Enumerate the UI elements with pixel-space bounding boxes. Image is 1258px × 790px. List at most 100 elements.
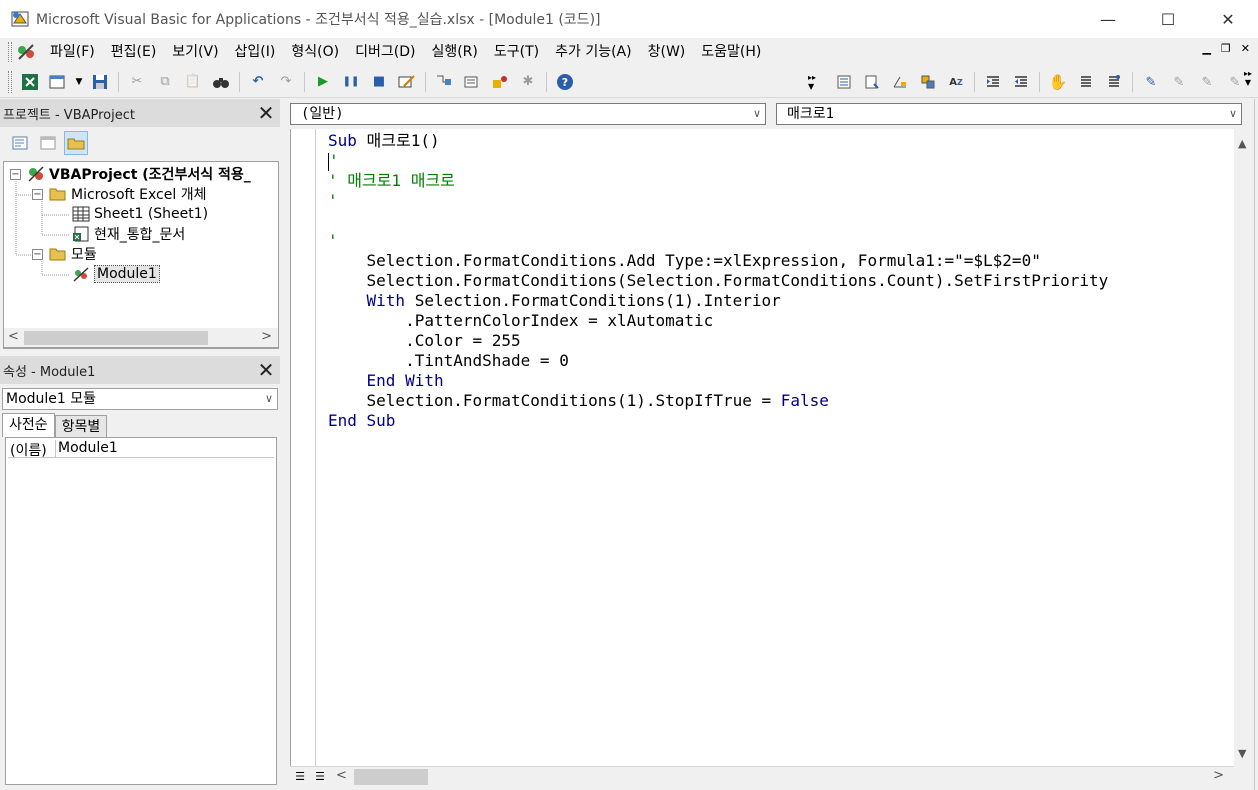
list-properties-icon[interactable] — [832, 70, 856, 94]
menu-file[interactable]: 파일(F) — [42, 38, 103, 66]
menu-grip[interactable] — [8, 42, 12, 62]
dropdown-arrow-icon[interactable]: ▼ — [74, 70, 84, 94]
scroll-down-icon[interactable]: ▼ — [1238, 747, 1246, 760]
indent-icon[interactable] — [981, 70, 1005, 94]
object-browser-icon[interactable] — [488, 70, 512, 94]
menu-tools[interactable]: 도구(T) — [486, 38, 547, 66]
full-module-view-icon[interactable]: ☰ — [312, 769, 328, 785]
design-mode-icon[interactable] — [395, 70, 419, 94]
menu-debug[interactable]: 디버그(D) — [347, 38, 423, 66]
tab-categorized[interactable]: 항목별 — [54, 415, 108, 437]
undo-icon[interactable]: ↶ — [246, 70, 270, 94]
scroll-left-icon[interactable]: < — [336, 768, 347, 783]
code-line[interactable]: .TintAndShade = 0 — [328, 351, 1108, 371]
code-line[interactable]: Selection.FormatConditions(Selection.For… — [328, 271, 1109, 291]
menu-addins[interactable]: 추가 기능(A) — [547, 38, 639, 66]
tree-node-workbook[interactable]: 현재_통합_문서 — [72, 224, 185, 244]
properties-close-icon[interactable]: ✕ — [254, 358, 278, 382]
toolbar-overflow-right-icon[interactable]: ▸▸ ▼ — [1242, 69, 1254, 95]
comment-block-icon[interactable] — [1074, 70, 1098, 94]
scroll-left-icon[interactable]: < — [8, 329, 19, 344]
next-bookmark-icon[interactable]: ✎ — [1167, 70, 1191, 94]
reset-icon[interactable]: ■ — [367, 70, 391, 94]
object-combo[interactable]: (일반) ∨ — [290, 103, 766, 125]
redo-icon[interactable]: ↷ — [274, 70, 298, 94]
procedure-combo[interactable]: 매크로1 ∨ — [776, 103, 1242, 125]
menu-format[interactable]: 형식(O) — [283, 38, 347, 66]
list-constants-icon[interactable] — [860, 70, 884, 94]
toolbar-grip[interactable] — [8, 70, 12, 93]
code-lines[interactable]: Sub 매크로1() ' ' 매크로1 매크로 ' ' Selection.Format… — [328, 131, 1108, 431]
copy-icon[interactable]: ⧉ — [153, 70, 177, 94]
previous-bookmark-icon[interactable]: ✎ — [1195, 70, 1219, 94]
mdi-close-icon[interactable]: ✕ — [1241, 42, 1250, 55]
toolbox-icon[interactable]: ✱ — [516, 70, 540, 94]
scroll-up-icon[interactable]: ▲ — [1238, 137, 1246, 150]
code-line[interactable]: ' — [328, 231, 1108, 251]
mdi-minimize-icon[interactable]: ▁ — [1202, 42, 1210, 55]
maximize-button[interactable]: ☐ — [1138, 0, 1198, 38]
code-editor[interactable]: Sub 매크로1() ' ' 매크로1 매크로 ' ' Selection.Format… — [290, 129, 1234, 766]
property-value[interactable]: Module1 — [56, 440, 118, 457]
parameter-info-icon[interactable] — [916, 70, 940, 94]
outdent-icon[interactable] — [1009, 70, 1033, 94]
tab-alphabetic[interactable]: 사전순 — [2, 413, 55, 437]
menu-help[interactable]: 도움말(H) — [693, 38, 769, 66]
toggle-bookmark-icon[interactable]: ✎ — [1139, 70, 1163, 94]
chevron-down-icon[interactable]: ∨ — [753, 104, 761, 124]
view-excel-icon[interactable] — [18, 70, 42, 94]
menu-window[interactable]: 창(W) — [640, 38, 694, 66]
project-tree-hscroll[interactable]: < > — [3, 328, 279, 348]
chevron-down-icon[interactable]: ∨ — [1229, 104, 1237, 124]
scroll-right-icon[interactable]: > — [1213, 768, 1224, 783]
insert-module-icon[interactable] — [46, 70, 70, 94]
toggle-breakpoint-icon[interactable]: ✋ — [1046, 70, 1070, 94]
code-line[interactable]: Selection.FormatConditions.Add Type:=xlE… — [328, 251, 1108, 271]
code-line[interactable] — [328, 211, 1108, 231]
code-vscroll[interactable]: ▲ ▼ — [1234, 129, 1254, 766]
mdi-restore-icon[interactable]: ❐ — [1221, 42, 1231, 55]
break-icon[interactable]: ❚❚ — [339, 70, 363, 94]
view-code-icon[interactable] — [8, 131, 32, 155]
menu-run[interactable]: 실행(R) — [423, 38, 485, 66]
code-line[interactable]: ' — [328, 191, 1108, 211]
menu-edit[interactable]: 편집(E) — [103, 38, 165, 66]
cut-icon[interactable]: ✂ — [125, 70, 149, 94]
code-line[interactable]: End Sub — [328, 411, 1108, 431]
code-line[interactable]: Selection.FormatConditions(1).StopIfTrue… — [328, 391, 1108, 411]
help-icon[interactable]: ? — [553, 70, 577, 94]
code-line[interactable]: .PatternColorIndex = xlAutomatic — [328, 311, 1108, 331]
toolbar-overflow-icon[interactable]: ▸▸ ▼ — [806, 69, 818, 95]
code-line[interactable]: End With — [328, 371, 1108, 391]
code-line[interactable]: Sub 매크로1() — [328, 131, 1108, 151]
save-icon[interactable] — [88, 70, 112, 94]
pane-splitter[interactable] — [280, 99, 288, 790]
project-explorer-close-icon[interactable]: ✕ — [254, 101, 278, 125]
properties-object-select[interactable]: Module1 모듈 ∨ — [2, 388, 278, 410]
run-icon[interactable]: ▶ — [311, 70, 335, 94]
close-button[interactable]: ✕ — [1198, 0, 1258, 38]
code-line[interactable]: ' 매크로1 매크로 — [328, 171, 1108, 191]
quick-info-icon[interactable] — [888, 70, 912, 94]
scroll-thumb[interactable] — [24, 331, 208, 345]
scroll-thumb[interactable] — [354, 769, 428, 785]
menu-insert[interactable]: 삽입(I) — [227, 38, 284, 66]
menu-view[interactable]: 보기(V) — [164, 38, 226, 66]
toggle-folders-icon[interactable] — [64, 131, 88, 155]
complete-word-icon[interactable]: AZ — [944, 70, 968, 94]
chevron-down-icon[interactable]: ∨ — [265, 389, 273, 409]
scroll-right-icon[interactable]: > — [261, 329, 272, 344]
code-line[interactable]: .Color = 255 — [328, 331, 1108, 351]
uncomment-block-icon[interactable] — [1102, 70, 1126, 94]
view-object-icon[interactable] — [36, 131, 60, 155]
tree-node-module1[interactable]: Module1 — [72, 264, 160, 284]
property-row-name[interactable]: (이름) Module1 — [8, 440, 274, 459]
paste-icon[interactable]: 📋 — [181, 70, 205, 94]
properties-window-icon[interactable] — [460, 70, 484, 94]
code-margin-indicator-bar[interactable] — [291, 129, 316, 766]
find-icon[interactable] — [209, 70, 233, 94]
code-line[interactable]: ' — [328, 151, 1108, 171]
procedure-view-icon[interactable]: ☰ — [292, 769, 308, 785]
code-line[interactable]: With Selection.FormatConditions(1).Inter… — [328, 291, 1108, 311]
minimize-button[interactable]: — — [1078, 0, 1138, 38]
